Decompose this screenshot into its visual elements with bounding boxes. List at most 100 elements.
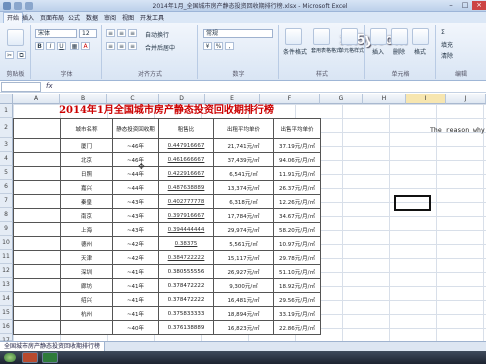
table-cell[interactable]: 18.92元/月/㎡ <box>273 278 321 293</box>
row-header[interactable]: 13 <box>0 278 13 292</box>
table-cell[interactable]: 37.19元/月/㎡ <box>273 138 321 153</box>
table-cell[interactable] <box>13 166 61 181</box>
column-header-d[interactable]: D <box>159 94 205 104</box>
header-city[interactable]: 城市名称 <box>60 118 113 139</box>
header-payback[interactable]: 静态投资回收期 <box>112 118 159 139</box>
table-cell[interactable]: ~41年 <box>112 306 159 321</box>
row-header[interactable]: 17 <box>0 334 13 344</box>
select-all-corner[interactable] <box>0 94 13 104</box>
table-format-icon[interactable] <box>313 28 330 45</box>
table-cell[interactable]: ~43年 <box>112 208 159 223</box>
row-header[interactable]: 15 <box>0 306 13 320</box>
tab-review[interactable]: 审阅 <box>104 13 116 22</box>
table-cell[interactable]: 16,481元/㎡ <box>213 292 274 307</box>
delete-cells-icon[interactable] <box>391 28 408 45</box>
taskbar-app-ppt-icon[interactable] <box>22 352 38 363</box>
table-cell[interactable]: 6,318元/㎡ <box>213 194 274 209</box>
align-center-icon[interactable]: ≡ <box>117 42 126 50</box>
row-header[interactable]: 10 <box>0 236 13 250</box>
table-cell[interactable]: 0.447916667 <box>158 138 214 153</box>
align-top-icon[interactable]: ≡ <box>106 29 115 37</box>
header-empty[interactable] <box>13 118 61 139</box>
table-cell[interactable]: 厦门 <box>60 138 113 153</box>
fill-button[interactable]: 填充 <box>441 40 453 49</box>
table-cell[interactable]: ~43年 <box>112 194 159 209</box>
table-cell[interactable]: 0.487638889 <box>158 180 214 195</box>
cell-styles-button[interactable]: 单元格样式 <box>339 47 364 54</box>
paste-icon[interactable] <box>7 29 24 46</box>
row-header[interactable]: 2 <box>0 118 13 138</box>
cell-styles-icon[interactable] <box>341 28 358 45</box>
column-header-g[interactable]: G <box>320 94 363 104</box>
insert-button[interactable]: 插入 <box>372 47 384 56</box>
insert-cells-icon[interactable] <box>370 28 387 45</box>
delete-button[interactable]: 删除 <box>393 47 405 56</box>
row-header[interactable]: 14 <box>0 292 13 306</box>
table-cell[interactable] <box>13 194 61 209</box>
row-header[interactable]: 1 <box>0 104 13 118</box>
row-header[interactable]: 12 <box>0 264 13 278</box>
close-icon[interactable]: × <box>472 1 486 10</box>
table-cell[interactable]: ~41年 <box>112 292 159 307</box>
italic-button[interactable]: I <box>46 42 55 50</box>
header-ratio[interactable]: 租售比 <box>158 118 214 139</box>
table-cell[interactable]: ~44年 <box>112 166 159 181</box>
table-cell[interactable]: 58.20元/月/㎡ <box>273 222 321 237</box>
table-cell[interactable]: 北京 <box>60 152 113 167</box>
align-bottom-icon[interactable]: ≡ <box>128 29 137 37</box>
font-size-select[interactable]: 12 <box>79 29 97 38</box>
format-button[interactable]: 格式 <box>414 47 426 56</box>
header-rent-price[interactable]: 出租平均单价 <box>213 118 274 139</box>
table-cell[interactable]: 绍兴 <box>60 292 113 307</box>
align-middle-icon[interactable]: ≡ <box>117 29 126 37</box>
percent-icon[interactable]: % <box>214 42 223 50</box>
table-cell[interactable]: ~41年 <box>112 278 159 293</box>
table-cell[interactable]: 29,974元/㎡ <box>213 222 274 237</box>
row-header[interactable]: 11 <box>0 250 13 264</box>
conditional-format-icon[interactable] <box>285 28 302 45</box>
table-cell[interactable]: 0.38375 <box>158 236 214 251</box>
table-cell[interactable]: 26.37元/月/㎡ <box>273 180 321 195</box>
copy-icon[interactable]: ⧉ <box>17 51 26 59</box>
table-cell[interactable] <box>13 264 61 279</box>
save-icon[interactable] <box>14 2 22 10</box>
column-header-a[interactable]: A <box>13 94 60 104</box>
table-cell[interactable] <box>13 138 61 153</box>
row-header[interactable]: 4 <box>0 152 13 166</box>
table-cell[interactable]: 26,927元/㎡ <box>213 264 274 279</box>
font-name-select[interactable]: 宋体 <box>35 29 77 38</box>
table-cell[interactable] <box>13 236 61 251</box>
table-cell[interactable]: 南京 <box>60 208 113 223</box>
name-box[interactable] <box>1 82 41 92</box>
table-cell[interactable] <box>13 152 61 167</box>
table-cell[interactable]: 21,741元/㎡ <box>213 138 274 153</box>
office-button-icon[interactable] <box>3 2 11 10</box>
table-cell[interactable]: 上海 <box>60 222 113 237</box>
column-header-b[interactable]: B <box>60 94 107 104</box>
row-header[interactable]: 16 <box>0 320 13 334</box>
table-cell[interactable]: 0.384722222 <box>158 250 214 265</box>
table-cell[interactable]: 0.376138889 <box>158 320 214 335</box>
table-cell[interactable] <box>13 278 61 293</box>
wrap-text-button[interactable]: 自动换行 <box>145 30 169 39</box>
table-cell[interactable]: 廊坊 <box>60 278 113 293</box>
table-cell[interactable]: 天津 <box>60 250 113 265</box>
tab-insert[interactable]: 插入 <box>22 13 34 22</box>
table-cell[interactable]: ~44年 <box>112 180 159 195</box>
align-right-icon[interactable]: ≡ <box>128 42 137 50</box>
table-cell[interactable]: 17,784元/㎡ <box>213 208 274 223</box>
tab-page-layout[interactable]: 页面布局 <box>40 13 64 22</box>
table-cell[interactable] <box>13 306 61 321</box>
table-cell[interactable]: ~42年 <box>112 236 159 251</box>
fx-icon[interactable]: fx <box>46 82 53 90</box>
merge-center-button[interactable]: 合并后居中 <box>145 43 175 52</box>
table-cell[interactable]: 0.461666667 <box>158 152 214 167</box>
table-cell[interactable]: 嘉兴 <box>60 180 113 195</box>
tab-home[interactable]: 开始 <box>3 12 24 23</box>
format-cells-icon[interactable] <box>412 28 429 45</box>
table-cell[interactable]: 9,300元/㎡ <box>213 278 274 293</box>
table-cell[interactable]: 0.397916667 <box>158 208 214 223</box>
table-cell[interactable]: ~43年 <box>112 222 159 237</box>
table-cell[interactable]: 0.375833333 <box>158 306 214 321</box>
taskbar-app-excel-icon[interactable] <box>42 352 58 363</box>
